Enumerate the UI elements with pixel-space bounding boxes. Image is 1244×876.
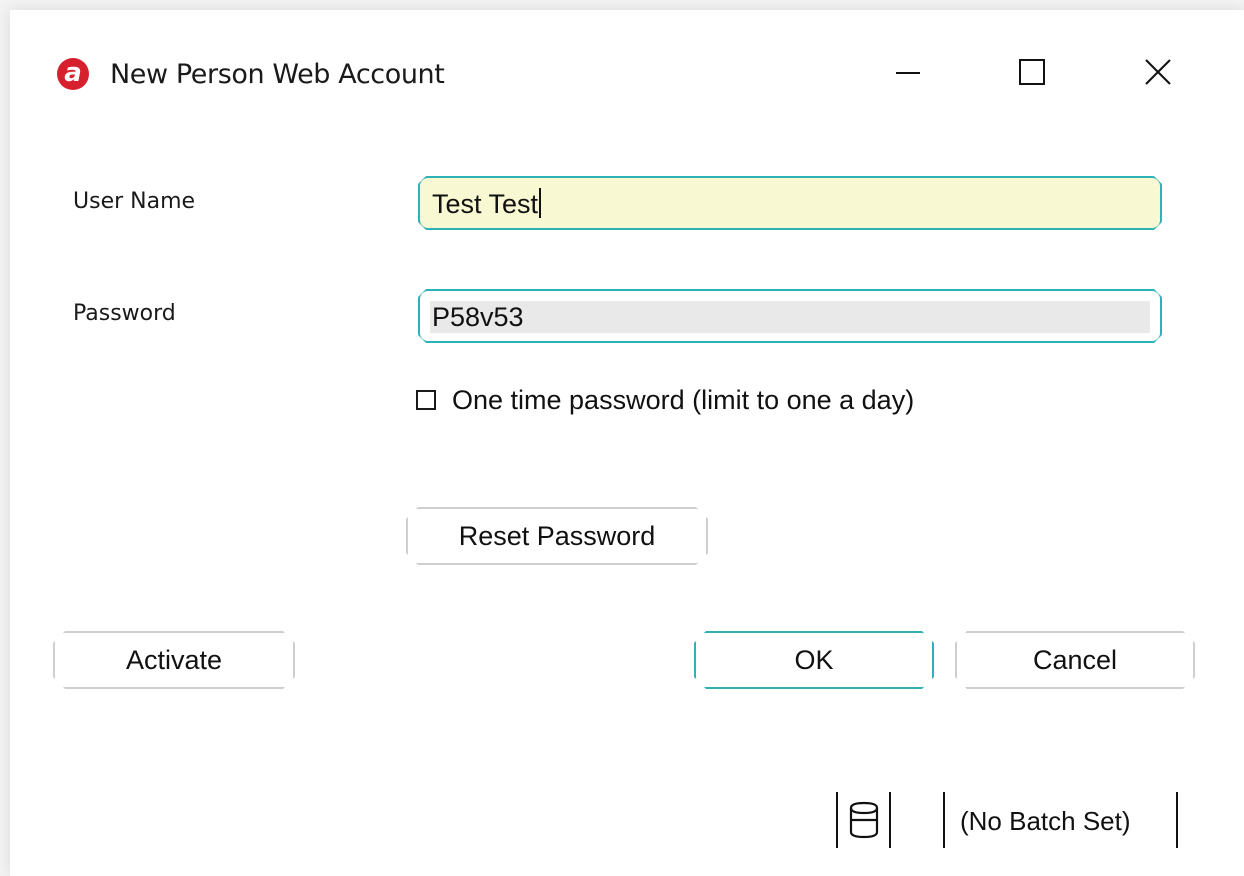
password-field-background [430, 301, 1150, 333]
title-bar: a New Person Web Account [10, 10, 1244, 130]
user-name-value-wrap: Test Test [432, 188, 541, 220]
dialog-window: a New Person Web Account User Name Test … [10, 10, 1244, 876]
ok-button[interactable]: OK [694, 631, 934, 689]
user-name-value: Test Test [432, 189, 539, 219]
maximize-button[interactable] [1010, 50, 1054, 94]
status-separator [836, 792, 838, 848]
minimize-button[interactable] [886, 50, 930, 94]
status-separator [889, 792, 891, 848]
activate-button[interactable]: Activate [53, 631, 295, 689]
cancel-button[interactable]: Cancel [955, 631, 1195, 689]
reset-password-button[interactable]: Reset Password [406, 507, 708, 565]
password-value: P58v53 [432, 302, 524, 332]
status-separator [1176, 792, 1178, 848]
text-caret [539, 188, 541, 218]
status-separator [943, 792, 945, 848]
password-label: Password [73, 301, 176, 326]
app-logo-icon: a [57, 58, 89, 90]
batch-status[interactable]: (No Batch Set) [960, 805, 1131, 837]
password-input[interactable]: P58v53 [418, 289, 1162, 343]
one-time-password-checkbox[interactable] [416, 390, 436, 410]
minimize-icon [896, 72, 920, 74]
one-time-password-option[interactable]: One time password (limit to one a day) [416, 384, 914, 416]
user-name-label: User Name [73, 189, 196, 214]
close-icon [1145, 59, 1171, 85]
user-name-input[interactable]: Test Test [418, 176, 1162, 230]
maximize-icon [1019, 59, 1045, 85]
one-time-password-label: One time password (limit to one a day) [452, 385, 915, 415]
window-title: New Person Web Account [110, 59, 445, 90]
close-button[interactable] [1136, 50, 1180, 94]
database-icon[interactable] [847, 800, 881, 840]
